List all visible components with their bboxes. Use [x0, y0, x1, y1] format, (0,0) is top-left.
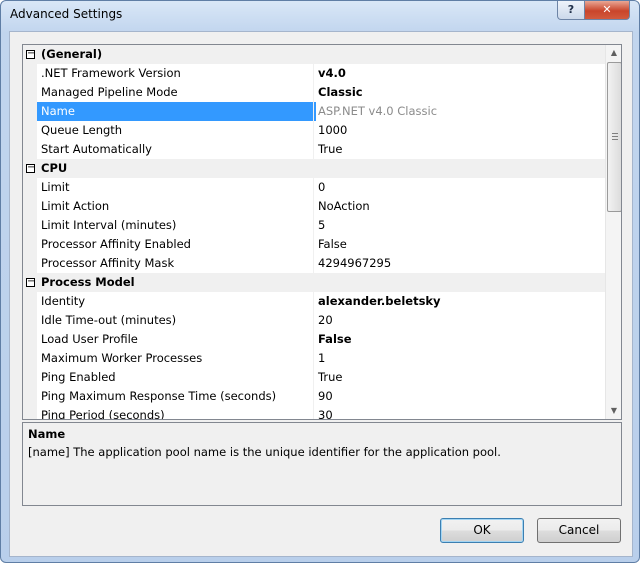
property-row[interactable]: Idle Time-out (minutes) 20 — [23, 311, 605, 330]
property-name[interactable]: Ping Maximum Response Time (seconds) — [37, 387, 316, 406]
property-value[interactable]: False — [313, 330, 605, 349]
property-name[interactable]: .NET Framework Version — [37, 64, 316, 83]
property-value[interactable]: 1 — [313, 349, 605, 368]
property-row[interactable]: Limit Action NoAction — [23, 197, 605, 216]
property-name[interactable]: Name — [37, 102, 316, 121]
property-name[interactable]: Limit — [37, 178, 316, 197]
row-margin — [23, 121, 37, 140]
collapse-toggle-icon[interactable]: − — [26, 49, 35, 59]
category-name: (General) — [41, 47, 103, 61]
row-margin — [23, 102, 37, 121]
property-value[interactable]: 30 — [313, 406, 605, 419]
cancel-button[interactable]: Cancel — [537, 518, 621, 543]
property-value[interactable]: 4294967295 — [313, 254, 605, 273]
scroll-down-icon[interactable]: ▼ — [606, 403, 621, 419]
property-row[interactable]: Processor Affinity Enabled False — [23, 235, 605, 254]
property-name[interactable]: Processor Affinity Enabled — [37, 235, 316, 254]
description-text: [name] The application pool name is the … — [28, 445, 501, 459]
property-value[interactable]: 90 — [313, 387, 605, 406]
row-margin — [23, 235, 37, 254]
property-value[interactable]: False — [313, 235, 605, 254]
property-value[interactable]: 1000 — [313, 121, 605, 140]
row-margin — [23, 83, 37, 102]
row-margin — [23, 216, 37, 235]
row-margin — [23, 311, 37, 330]
row-margin — [23, 140, 37, 159]
dialog-body: − (General) .NET Framework Version v4.0 Mana… — [9, 31, 633, 557]
property-row[interactable]: Limit Interval (minutes) 5 — [23, 216, 605, 235]
property-name[interactable]: Managed Pipeline Mode — [37, 83, 316, 102]
property-name[interactable]: Limit Action — [37, 197, 316, 216]
property-row[interactable]: Identity alexander.beletsky — [23, 292, 605, 311]
close-button[interactable]: ✕ — [584, 1, 630, 20]
property-name[interactable]: Start Automatically — [37, 140, 316, 159]
grip-icon — [612, 133, 618, 140]
row-margin — [23, 330, 37, 349]
property-value[interactable]: 5 — [313, 216, 605, 235]
description-title: Name — [28, 427, 66, 441]
property-list: − (General) .NET Framework Version v4.0 Mana… — [23, 45, 605, 419]
row-margin — [23, 64, 37, 83]
row-margin — [23, 368, 37, 387]
row-margin — [23, 387, 37, 406]
property-row[interactable]: Managed Pipeline Mode Classic — [23, 83, 605, 102]
property-value[interactable]: NoAction — [313, 197, 605, 216]
property-name[interactable]: Maximum Worker Processes — [37, 349, 316, 368]
description-panel: Name [name] The application pool name is… — [22, 422, 622, 506]
row-margin — [23, 197, 37, 216]
row-margin — [23, 406, 37, 419]
property-value[interactable]: Classic — [313, 83, 605, 102]
collapse-toggle-icon[interactable]: − — [26, 163, 35, 173]
property-row[interactable]: Ping Enabled True — [23, 368, 605, 387]
scroll-up-icon[interactable]: ▲ — [606, 45, 621, 61]
row-margin — [23, 254, 37, 273]
property-row[interactable]: Start Automatically True — [23, 140, 605, 159]
property-name[interactable]: Queue Length — [37, 121, 316, 140]
window-title: Advanced Settings — [10, 7, 123, 21]
vertical-scrollbar[interactable]: ▲ ▼ — [605, 45, 621, 419]
property-name[interactable]: Idle Time-out (minutes) — [37, 311, 316, 330]
property-name[interactable]: Load User Profile — [37, 330, 316, 349]
property-row[interactable]: Ping Period (seconds) 30 — [23, 406, 605, 419]
property-row[interactable]: Limit 0 — [23, 178, 605, 197]
scrollbar-thumb[interactable] — [607, 62, 621, 212]
property-row[interactable]: Queue Length 1000 — [23, 121, 605, 140]
title-bar[interactable]: Advanced Settings ? ✕ — [1, 1, 639, 29]
category-row[interactable]: − CPU — [23, 159, 605, 178]
advanced-settings-window: Advanced Settings ? ✕ − (General) .NET Fra… — [0, 0, 640, 563]
category-row[interactable]: − (General) — [23, 45, 605, 64]
property-name[interactable]: Ping Enabled — [37, 368, 316, 387]
property-value[interactable]: True — [313, 140, 605, 159]
property-value[interactable]: v4.0 — [313, 64, 605, 83]
category-name: CPU — [41, 161, 68, 175]
property-name[interactable]: Limit Interval (minutes) — [37, 216, 316, 235]
property-value[interactable]: 20 — [313, 311, 605, 330]
property-value[interactable]: alexander.beletsky — [313, 292, 605, 311]
property-name[interactable]: Processor Affinity Mask — [37, 254, 316, 273]
row-margin — [23, 178, 37, 197]
property-value[interactable]: 0 — [313, 178, 605, 197]
property-grid: − (General) .NET Framework Version v4.0 Mana… — [22, 44, 622, 420]
property-row[interactable]: Load User Profile False — [23, 330, 605, 349]
ok-button[interactable]: OK — [440, 518, 524, 543]
property-name[interactable]: Identity — [37, 292, 316, 311]
property-row[interactable]: Name ASP.NET v4.0 Classic — [23, 102, 605, 121]
property-row[interactable]: Maximum Worker Processes 1 — [23, 349, 605, 368]
category-name: Process Model — [41, 275, 135, 289]
property-row[interactable]: .NET Framework Version v4.0 — [23, 64, 605, 83]
category-row[interactable]: − Process Model — [23, 273, 605, 292]
property-value[interactable]: True — [313, 368, 605, 387]
property-name[interactable]: Ping Period (seconds) — [37, 406, 316, 419]
collapse-toggle-icon[interactable]: − — [26, 277, 35, 287]
help-button[interactable]: ? — [557, 1, 585, 20]
row-margin — [23, 292, 37, 311]
property-row[interactable]: Processor Affinity Mask 4294967295 — [23, 254, 605, 273]
property-value[interactable]: ASP.NET v4.0 Classic — [313, 102, 605, 121]
row-margin — [23, 349, 37, 368]
property-row[interactable]: Ping Maximum Response Time (seconds) 90 — [23, 387, 605, 406]
